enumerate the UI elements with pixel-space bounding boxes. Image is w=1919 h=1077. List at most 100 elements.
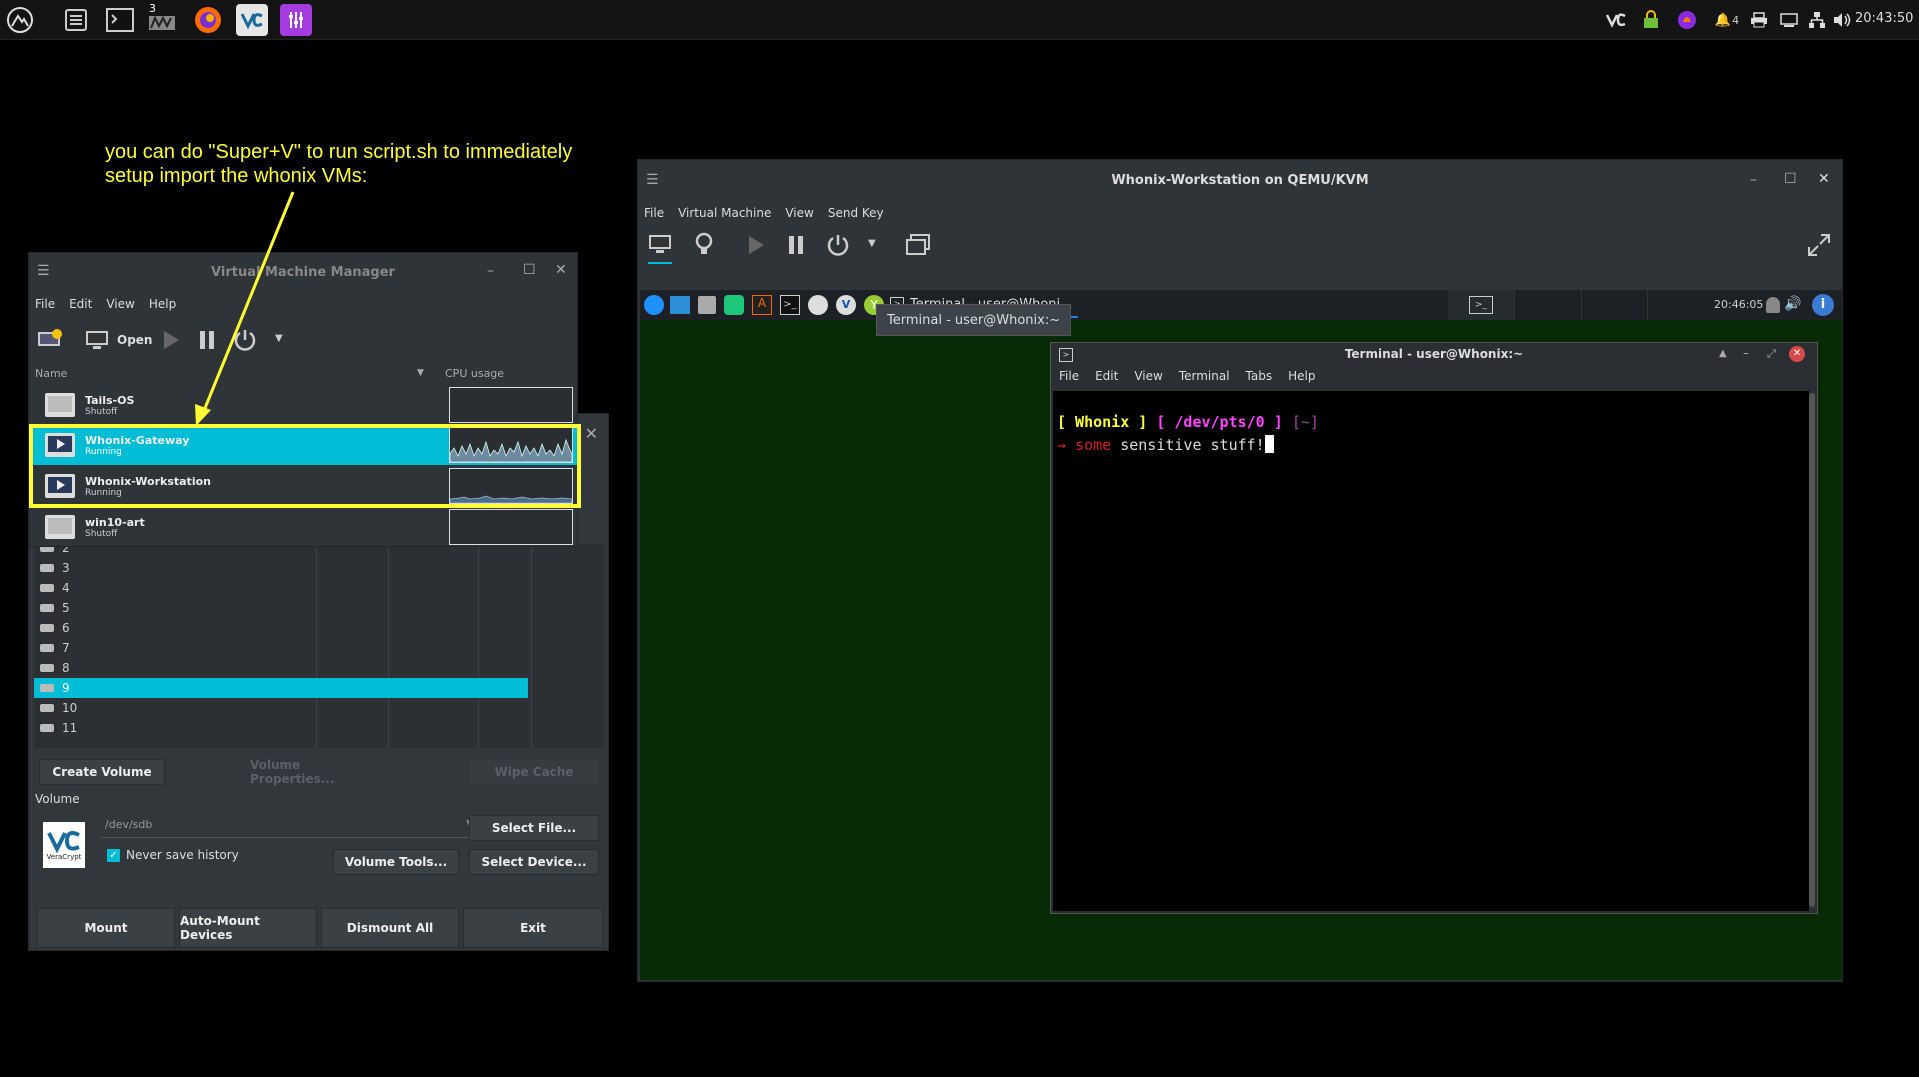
menu-tabs[interactable]: Tabs (1246, 369, 1273, 383)
drive-row[interactable]: 11 (34, 718, 604, 738)
fullscreen-icon[interactable] (1806, 232, 1832, 262)
checkbox-checked-icon[interactable]: ✓ (107, 848, 120, 862)
drive-row[interactable]: 8 (34, 658, 604, 678)
drive-row[interactable]: 5 (34, 598, 604, 618)
veracrypt-tray-icon[interactable] (1604, 10, 1628, 30)
drive-row[interactable]: 10 (34, 698, 604, 718)
guest-volume-icon[interactable]: 🔊 (1784, 296, 1801, 312)
open-button[interactable]: Open (117, 333, 152, 347)
menu-view[interactable]: View (785, 206, 813, 220)
play-icon[interactable] (161, 329, 181, 355)
workspace-2[interactable] (1515, 290, 1582, 320)
volume-icon[interactable] (1832, 10, 1852, 30)
chevron-down-icon[interactable]: ▼ (275, 333, 283, 344)
pause-icon[interactable] (197, 329, 217, 355)
select-file-button[interactable]: Select File... (469, 815, 599, 841)
drive-row[interactable]: 7 (34, 638, 604, 658)
veracrypt-icon[interactable] (236, 4, 268, 36)
mount-button[interactable]: Mount (37, 908, 175, 948)
close-icon[interactable]: ✕ (555, 262, 567, 278)
terminal-icon[interactable] (104, 4, 136, 36)
workspace-3[interactable] (1582, 290, 1649, 320)
minimize-icon[interactable]: – (1750, 172, 1757, 188)
console-view-icon[interactable] (648, 234, 672, 264)
guest-info-icon[interactable]: i (1812, 294, 1834, 316)
menu-edit[interactable]: Edit (69, 297, 92, 311)
drive-row[interactable]: 6 (34, 618, 604, 638)
app-menu-icon[interactable] (4, 4, 36, 36)
terminal-output[interactable]: [ Whonix ] [ /dev/pts/0 ] [~] → some sen… (1053, 391, 1809, 911)
col-name[interactable]: Name (35, 367, 67, 380)
guest-lock-icon[interactable] (1766, 297, 1780, 313)
never-save-history-checkbox[interactable]: ✓ Never save history (107, 848, 239, 862)
update-notifier-icon[interactable] (1640, 10, 1662, 30)
guest-desktop-icon[interactable] (670, 296, 690, 314)
close-icon[interactable]: ✕ (1789, 346, 1805, 362)
guest-workspace-switcher[interactable]: >_ (1448, 290, 1714, 320)
guest-tor-browser-icon[interactable] (808, 295, 828, 315)
workspace-1[interactable]: >_ (1448, 290, 1515, 320)
dismount-all-button[interactable]: Dismount All (321, 908, 459, 948)
settings-tweaks-icon[interactable] (280, 4, 312, 36)
vm-row-tails[interactable]: Tails-OS Shutoff (31, 385, 577, 425)
power-icon[interactable] (233, 328, 257, 356)
guest-veracrypt-icon[interactable]: V (836, 295, 856, 315)
menu-edit[interactable]: Edit (1095, 369, 1118, 383)
drive-row[interactable]: 3 (34, 558, 604, 578)
select-device-button[interactable]: Select Device... (469, 849, 599, 875)
wipe-cache-button[interactable]: Wipe Cache (469, 759, 599, 785)
file-manager-icon[interactable] (60, 4, 92, 36)
drive-row-selected[interactable]: 9 (34, 678, 528, 698)
power-icon[interactable] (826, 233, 850, 261)
shade-icon[interactable]: ▲ (1719, 348, 1727, 359)
exit-button[interactable]: Exit (463, 908, 603, 948)
col-cpu-usage[interactable]: CPU usage (445, 367, 504, 380)
menu-help[interactable]: Help (149, 297, 176, 311)
auto-mount-devices-button[interactable]: Auto-Mount Devices (179, 908, 317, 948)
minimize-icon[interactable]: – (487, 263, 494, 279)
drive-list[interactable]: 2 3 4 5 6 7 8 9 10 11 (34, 544, 604, 748)
vm-row-whonix-gateway[interactable]: Whonix-Gateway Running (31, 425, 577, 465)
menu-terminal[interactable]: Terminal (1179, 369, 1230, 383)
chevron-down-icon[interactable]: ▼ (868, 238, 876, 249)
menu-send-key[interactable]: Send Key (828, 206, 884, 220)
pause-icon[interactable] (786, 234, 806, 260)
minimize-icon[interactable]: – (1743, 346, 1749, 360)
menu-virtual-machine[interactable]: Virtual Machine (678, 206, 771, 220)
menu-file[interactable]: File (1059, 369, 1079, 383)
workspace-4[interactable] (1648, 290, 1714, 320)
network-icon[interactable] (1806, 10, 1828, 30)
firefox-icon[interactable] (192, 4, 224, 36)
close-icon[interactable]: ✕ (1818, 171, 1830, 187)
printer-icon[interactable] (1748, 10, 1770, 30)
vm-row-win10[interactable]: win10-art Shutoff (31, 507, 577, 547)
menu-file[interactable]: File (35, 297, 55, 311)
maximize-icon[interactable]: ☐ (523, 262, 536, 278)
close-icon[interactable]: ✕ (585, 424, 598, 443)
guest-editor-icon[interactable]: A (752, 295, 772, 315)
open-console-icon[interactable] (85, 330, 109, 354)
vm-row-whonix-workstation[interactable]: Whonix-Workstation Running (31, 466, 577, 506)
guest-sync-icon[interactable] (724, 295, 744, 315)
new-vm-icon[interactable] (37, 329, 63, 355)
menu-file[interactable]: File (644, 206, 664, 220)
volume-tools-button[interactable]: Volume Tools... (333, 849, 459, 875)
snapshots-icon[interactable] (906, 234, 930, 260)
terminal-scrollbar[interactable] (1809, 393, 1815, 907)
create-volume-button[interactable]: Create Volume (39, 759, 165, 785)
maximize-icon[interactable]: ☐ (1784, 171, 1797, 187)
play-icon[interactable] (746, 234, 766, 260)
sort-chevron-icon[interactable]: ▼ (417, 368, 424, 378)
menu-help[interactable]: Help (1288, 369, 1315, 383)
maximize-icon[interactable]: ⤢ (1767, 347, 1776, 361)
guest-menu-icon[interactable] (644, 295, 664, 315)
hexchat-icon[interactable] (1676, 10, 1698, 30)
display-icon[interactable] (1778, 10, 1800, 30)
menu-view[interactable]: View (106, 297, 134, 311)
volume-properties-button[interactable]: Volume Properties... (249, 758, 389, 786)
guest-files-icon[interactable] (698, 296, 716, 314)
menu-view[interactable]: View (1134, 369, 1162, 383)
drive-row[interactable]: 4 (34, 578, 604, 598)
guest-terminal-icon[interactable]: >_ (780, 295, 800, 315)
details-lightbulb-icon[interactable] (694, 232, 714, 260)
